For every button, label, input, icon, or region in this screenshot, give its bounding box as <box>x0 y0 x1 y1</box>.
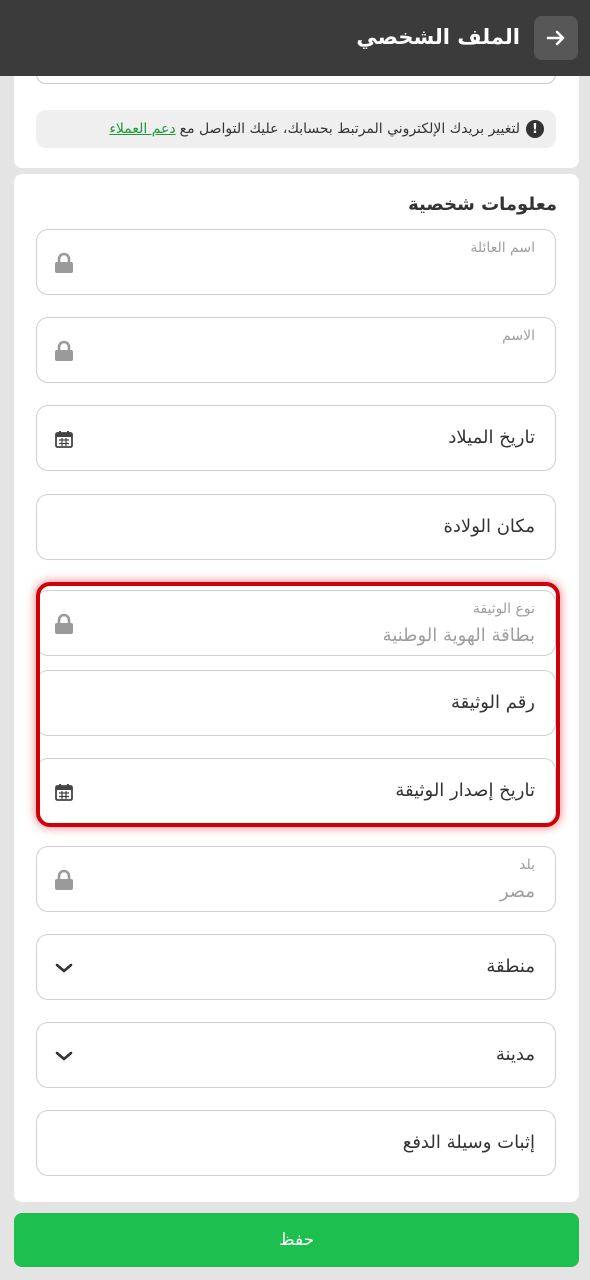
birth-place-field[interactable]: مكان الولادة <box>36 494 556 560</box>
chevron-down-icon <box>53 1045 75 1067</box>
calendar-icon[interactable] <box>53 428 75 450</box>
country-value: مصر <box>499 881 535 902</box>
birth-place-label: مكان الولادة <box>443 516 535 537</box>
page-title: الملف الشخصي <box>356 25 520 49</box>
exclamation-icon: ! <box>526 120 544 138</box>
arrow-right-icon <box>546 30 565 46</box>
first-name-label: الاسم <box>502 328 535 344</box>
payment-proof-label: إثبات وسيلة الدفع <box>402 1132 535 1153</box>
country-field[interactable]: بلد مصر <box>36 846 556 912</box>
chevron-down-icon <box>53 957 75 979</box>
birth-date-label: تاريخ الميلاد <box>448 427 535 448</box>
last-name-label: اسم العائلة <box>470 240 535 256</box>
section-title: معلومات شخصية <box>408 194 557 215</box>
document-issue-date-label: تاريخ إصدار الوثيقة <box>395 780 535 801</box>
lock-icon <box>53 252 75 274</box>
region-select[interactable]: منطقة <box>36 934 556 1000</box>
document-type-label: نوع الوثيقة <box>472 601 535 617</box>
country-label: بلد <box>519 857 535 873</box>
email-card: ! لتغيير بريدك الإلكتروني المرتبط بحسابك… <box>14 60 579 168</box>
calendar-icon[interactable] <box>53 781 75 803</box>
document-type-field[interactable]: نوع الوثيقة بطاقة الهوية الوطنية <box>36 590 556 656</box>
lock-icon <box>53 613 75 635</box>
payment-proof-field[interactable]: إثبات وسيلة الدفع <box>36 1110 556 1176</box>
lock-icon <box>53 340 75 362</box>
city-select[interactable]: مدينة <box>36 1022 556 1088</box>
first-name-field[interactable]: الاسم <box>36 317 556 383</box>
document-number-label: رقم الوثيقة <box>451 692 535 713</box>
personal-info-card: معلومات شخصية اسم العائلة الاسم تاريخ ال… <box>14 174 579 1202</box>
app-header: الملف الشخصي <box>0 0 590 76</box>
lock-icon <box>53 869 75 891</box>
last-name-field[interactable]: اسم العائلة <box>36 229 556 295</box>
region-label: منطقة <box>486 956 535 977</box>
document-issue-date-field[interactable]: تاريخ إصدار الوثيقة <box>36 758 556 824</box>
email-change-notice: ! لتغيير بريدك الإلكتروني المرتبط بحسابك… <box>36 110 556 148</box>
back-button[interactable] <box>534 16 578 60</box>
save-button[interactable]: حفظ <box>14 1213 579 1267</box>
customer-support-link[interactable]: دعم العملاء <box>109 121 175 137</box>
city-label: مدينة <box>495 1044 535 1065</box>
notice-text: لتغيير بريدك الإلكتروني المرتبط بحسابك، … <box>179 121 520 137</box>
document-number-field[interactable]: رقم الوثيقة <box>36 670 556 736</box>
birth-date-field[interactable]: تاريخ الميلاد <box>36 405 556 471</box>
document-type-value: بطاقة الهوية الوطنية <box>382 625 535 646</box>
